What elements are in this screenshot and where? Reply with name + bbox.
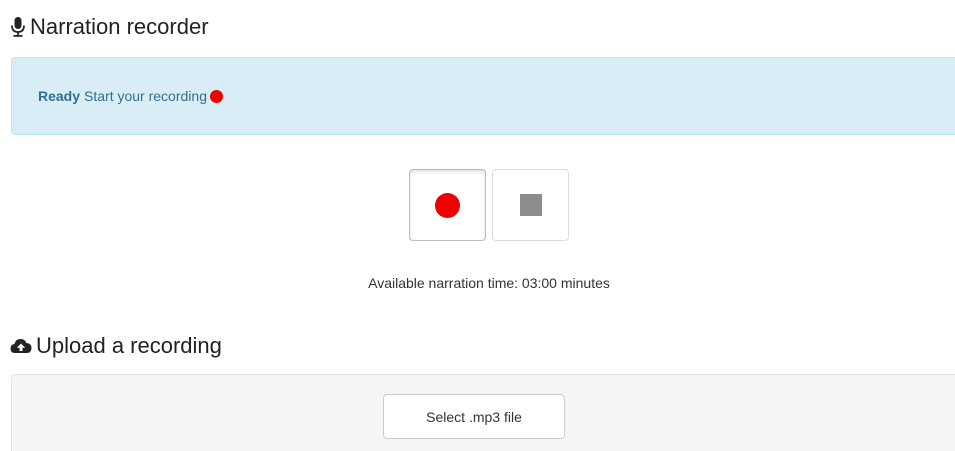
narration-recorder-heading: Narration recorder [10,14,209,40]
status-label: Ready [38,88,81,104]
microphone-icon [10,16,26,38]
stop-icon [519,194,542,216]
upload-recording-title: Upload a recording [36,333,222,358]
select-mp3-file-button[interactable]: Select .mp3 file [383,394,565,439]
record-button[interactable] [409,169,486,241]
stop-button[interactable] [492,169,569,241]
available-narration-time: Available narration time: 03:00 minutes [368,275,610,291]
upload-recording-heading: Upload a recording [10,333,222,359]
cloud-upload-icon [10,337,32,355]
recording-indicator-icon [209,89,223,103]
recording-status-alert: Ready Start your recording [11,57,955,135]
narration-recorder-title: Narration recorder [30,14,209,39]
status-message: Start your recording [84,88,207,104]
record-icon [435,192,460,218]
recorder-controls [409,169,569,241]
narration-page: Narration recorder Ready Start your reco… [0,0,955,451]
